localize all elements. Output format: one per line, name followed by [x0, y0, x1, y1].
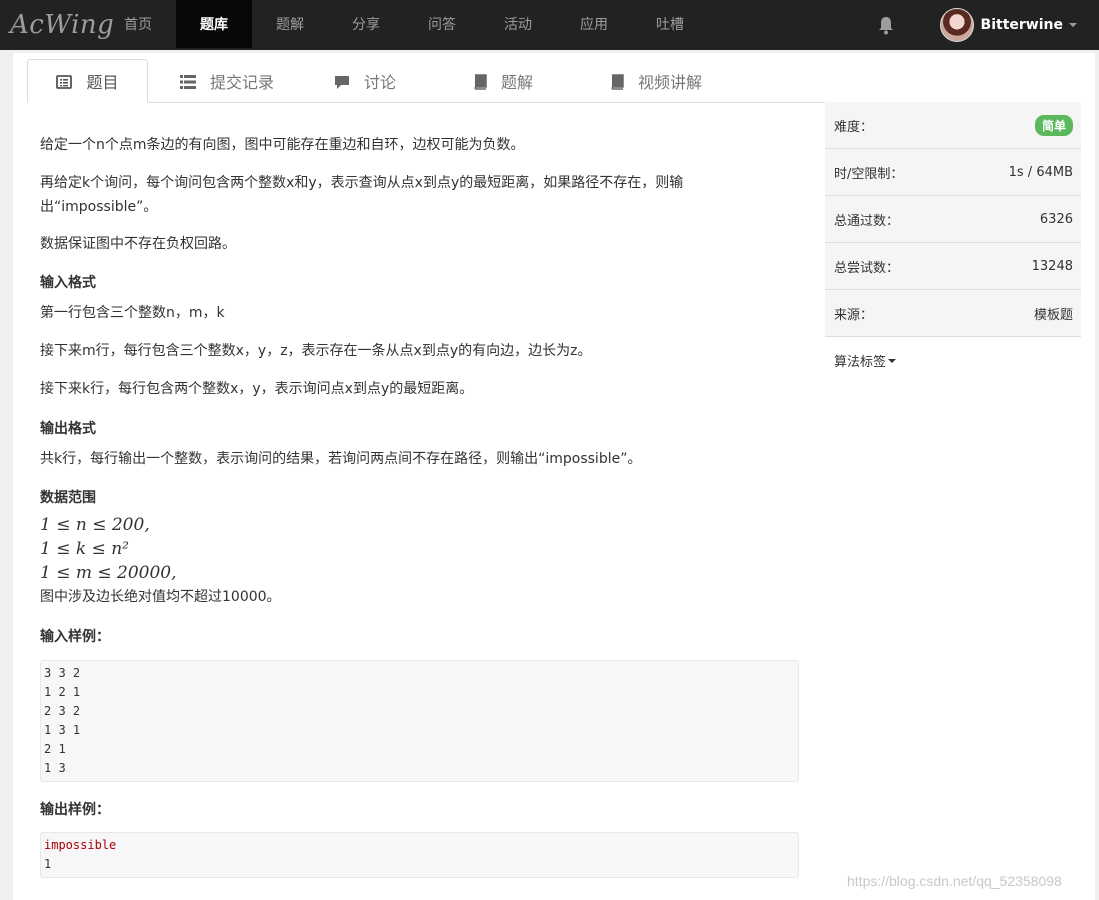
problem-description: 出“impossible”。	[40, 199, 158, 215]
comment-icon	[334, 72, 364, 91]
book-icon	[610, 72, 638, 91]
bell-icon[interactable]	[876, 15, 896, 35]
info-value: 模板题	[1033, 307, 1073, 323]
info-label: 总通过数：	[834, 213, 900, 229]
tab-submissions[interactable]: 提交记录	[180, 59, 274, 103]
info-value: 13248	[1031, 258, 1073, 274]
info-row-difficulty: 难度： 简单	[825, 102, 1081, 149]
nav-item-solutions[interactable]: 题解	[252, 0, 328, 48]
tab-problem[interactable]: 题目	[27, 59, 148, 103]
input-format-text: 第一行包含三个整数n，m，k	[40, 305, 225, 321]
sample-output-block[interactable]: impossible 1	[40, 832, 799, 878]
problem-description: 再给定k个询问，每个询问包含两个整数x和y，表示查询从点x到点y的最短距离，如果…	[40, 175, 684, 191]
sample-input-block[interactable]: 3 3 2 1 2 1 2 3 2 1 3 1 2 1 1 3	[40, 660, 799, 782]
top-navbar: AcWing 首页 题库 题解 分享 问答 活动 应用 吐槽 Bitterwin…	[0, 0, 1099, 50]
output-format-text: 共k行，每行输出一个整数，表示询问的结果，若询问两点间不存在路径，则输出“imp…	[40, 451, 642, 467]
data-range-heading: 数据范围	[40, 490, 96, 506]
nav-item-qa[interactable]: 问答	[404, 0, 480, 48]
algorithm-tags-toggle[interactable]: 算法标签	[825, 337, 1081, 384]
nav-item-activities[interactable]: 活动	[480, 0, 556, 48]
caret-down-icon[interactable]	[888, 358, 897, 363]
site-logo[interactable]: AcWing	[0, 10, 114, 40]
input-format-text: 接下来m行，每行包含三个整数x，y，z，表示存在一条从点x到点y的有向边，边长为…	[40, 343, 592, 359]
info-label: 总尝试数：	[834, 260, 900, 276]
info-label[interactable]: 算法标签	[834, 351, 886, 370]
user-menu[interactable]: Bitterwine	[939, 8, 1077, 42]
code-line: impossible	[44, 838, 117, 852]
info-row-accepted: 总通过数： 6326	[825, 196, 1081, 243]
list-icon	[180, 72, 210, 91]
code-line: 3 3 2	[44, 666, 81, 680]
caret-down-icon[interactable]	[1069, 23, 1077, 27]
tab-solutions[interactable]: 题解	[473, 59, 533, 103]
input-format-heading: 输入格式	[40, 275, 96, 291]
code-line: 1 3	[44, 761, 66, 775]
info-row-attempts: 总尝试数： 13248	[825, 243, 1081, 290]
info-value: 1s / 64MB	[1008, 164, 1073, 180]
tab-label: 视频讲解	[638, 73, 703, 92]
info-label: 难度：	[834, 119, 874, 135]
info-value: 6326	[1039, 211, 1073, 227]
list-alt-icon	[56, 72, 86, 91]
code-line: 2 3 2	[44, 704, 81, 718]
nav-menu: 首页 题库 题解 分享 问答 活动 应用 吐槽	[100, 0, 708, 50]
sample-input-heading: 输入样例：	[40, 629, 110, 645]
tab-video[interactable]: 视频讲解	[610, 59, 702, 103]
problem-content: 给定一个n个点m条边的有向图，图中可能存在重边和自环，边权可能为负数。 再给定k…	[40, 133, 800, 878]
code-line: 2 1	[44, 742, 66, 756]
input-format-text: 接下来k行，每行包含两个整数x，y，表示询问点x到点y的最短距离。	[40, 381, 474, 397]
nav-item-home[interactable]: 首页	[100, 0, 176, 48]
code-line: 1 2 1	[44, 685, 81, 699]
info-label: 来源：	[834, 307, 874, 323]
watermark: https://blog.csdn.net/qq_52358098	[847, 873, 1062, 889]
sample-output-heading: 输出样例：	[40, 802, 110, 818]
nav-item-feedback[interactable]: 吐槽	[632, 0, 708, 48]
code-line: 1	[44, 857, 52, 871]
username[interactable]: Bitterwine	[981, 17, 1063, 33]
info-label: 时/空限制：	[834, 166, 904, 182]
tab-discussion[interactable]: 讨论	[334, 59, 396, 103]
data-range-formula: 1 ≤ n ≤ 200,	[40, 515, 150, 535]
problem-description: 给定一个n个点m条边的有向图，图中可能存在重边和自环，边权可能为负数。	[40, 137, 525, 153]
tab-label: 讨论	[364, 73, 397, 92]
avatar[interactable]	[939, 8, 974, 42]
data-range-text: 图中涉及边长绝对值均不超过10000。	[40, 589, 281, 605]
difficulty-badge: 简单	[1034, 114, 1073, 136]
problem-info-sidebar: 难度： 简单 时/空限制： 1s / 64MB 总通过数： 6326 总尝试数：…	[825, 102, 1081, 384]
nav-item-apps[interactable]: 应用	[556, 0, 632, 48]
tab-label: 题目	[86, 73, 119, 92]
output-format-heading: 输出格式	[40, 421, 96, 437]
info-row-limits: 时/空限制： 1s / 64MB	[825, 149, 1081, 196]
data-range-formula: 1 ≤ m ≤ 20000,	[40, 563, 177, 583]
problem-description: 数据保证图中不存在负权回路。	[40, 236, 236, 252]
tab-label: 题解	[501, 73, 534, 92]
tab-label: 提交记录	[210, 73, 275, 92]
problem-panel: 题目 提交记录 讨论 题解 视频讲解 给定一个n个点m条边的有向图，图中可能存在…	[13, 53, 1095, 900]
data-range-formula: 1 ≤ k ≤ n²	[40, 539, 129, 559]
info-row-source: 来源： 模板题	[825, 290, 1081, 337]
nav-item-share[interactable]: 分享	[328, 0, 404, 48]
nav-right: Bitterwine	[876, 0, 1099, 50]
book-icon	[473, 72, 501, 91]
problem-tabs: 题目 提交记录 讨论 题解 视频讲解	[27, 59, 1081, 103]
code-line: 1 3 1	[44, 723, 81, 737]
nav-item-problems[interactable]: 题库	[176, 0, 252, 48]
